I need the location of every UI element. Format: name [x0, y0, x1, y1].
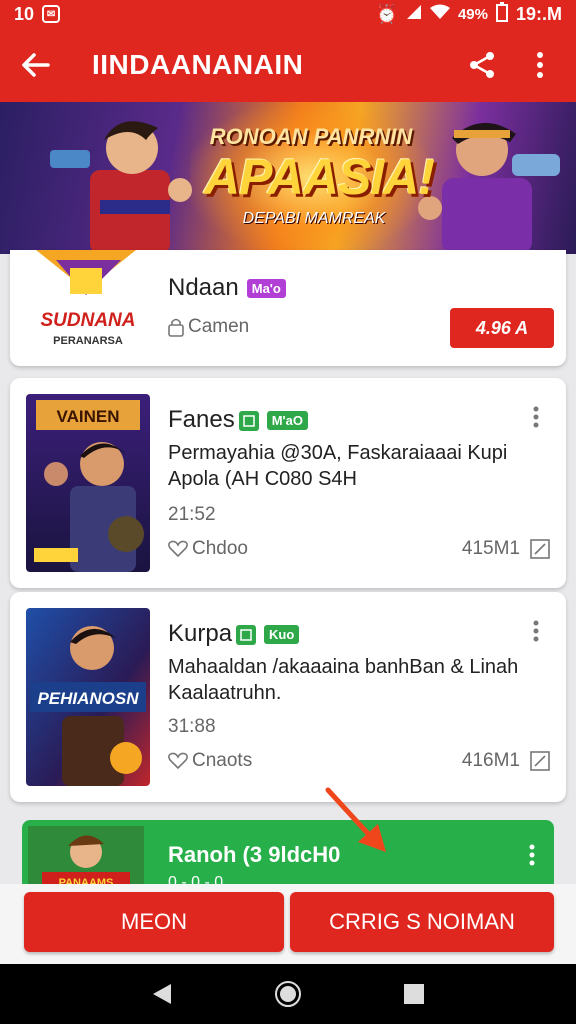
battery-icon — [495, 1, 508, 27]
thumbnail-image: PEHIANOSN — [26, 608, 150, 786]
item-title-row: Kurpa Kuo — [168, 620, 300, 648]
item-badge: Kuo — [264, 625, 300, 645]
item-badge: M'aO — [266, 411, 308, 431]
promo-title: Ranoh (3 9ldcH0 — [168, 842, 341, 867]
banner-hero-left-image — [50, 121, 192, 254]
heart-icon — [168, 540, 188, 558]
item-badge: Ma'o — [246, 279, 286, 299]
item-title-row: Fanes M'aO — [168, 406, 308, 434]
wifi-icon — [429, 4, 450, 25]
thumb-text-main: PEHIANOSN — [37, 689, 139, 708]
item-description: Mahaaldan /akaaaina banhBan & Linah Kaal… — [168, 656, 519, 704]
banner-subtitle: RONOAN PANRNIN — [209, 124, 413, 149]
notification-icon: ✉ — [42, 5, 61, 23]
item-author: Camen — [188, 316, 250, 337]
item-count-row: 416M1 — [462, 750, 550, 772]
share-icon — [470, 52, 494, 78]
status-bar: 10 ✉ ⏰ 49% 19:.M — [0, 0, 576, 28]
item-thumbnail: SUDNANA PERANARSA — [26, 250, 150, 350]
thumbnail-image: SUDNANA PERANARSA — [26, 250, 150, 350]
item-author-row: Chdoo — [168, 538, 248, 560]
promo-more-button[interactable] — [522, 840, 542, 870]
system-nav-bar — [0, 964, 576, 1024]
list-item[interactable]: PEHIANOSN Kurpa Kuo Mahaaldan /akaaaina b… — [10, 592, 566, 802]
image-icon — [236, 624, 257, 645]
pointer-arrow-icon — [325, 787, 386, 852]
lock-icon — [168, 318, 184, 337]
item-author: Chdoo — [192, 538, 248, 559]
item-title: Ndaan — [168, 274, 239, 301]
item-more-button[interactable] — [524, 402, 548, 432]
thumb-text-main: SUDNANA — [41, 310, 136, 331]
item-title: Fanes — [168, 406, 235, 433]
list-item[interactable]: SUDNANA PERANARSA Ndaan Ma'o Camen 4.96 A — [10, 250, 566, 366]
thumbnail-image: VAINEN — [26, 394, 150, 572]
bottom-action-bar: MEON CRRIG S NOIMAN — [0, 884, 576, 964]
more-vert-icon — [533, 620, 539, 642]
nav-recents-icon[interactable] — [403, 983, 425, 1005]
item-thumbnail: VAINEN — [26, 394, 150, 572]
share-button[interactable] — [460, 43, 504, 87]
price-button[interactable]: 4.96 A — [450, 308, 554, 348]
more-options-button[interactable] — [518, 43, 562, 87]
list-item[interactable]: VAINEN Fanes M'aO Permayahia @30A, Faskar… — [10, 378, 566, 588]
item-title: Kurpa — [168, 620, 233, 647]
status-time-left: 10 — [14, 3, 35, 24]
nav-back-icon[interactable] — [151, 982, 173, 1006]
status-left: 10 ✉ — [14, 3, 61, 25]
edit-icon[interactable] — [530, 539, 550, 559]
item-author-row: Cnaots — [168, 750, 252, 772]
banner-tagline: DEPABI MAMREAK — [242, 210, 386, 227]
item-count-row: 415M1 — [462, 538, 550, 560]
alarm-icon: ⏰ — [375, 3, 398, 24]
nav-home-icon[interactable] — [274, 980, 302, 1008]
item-thumbnail: PEHIANOSN — [26, 608, 150, 786]
promo-banner[interactable]: RONOAN PANRNIN APAASIA! DEPABI MAMREAK — [0, 102, 576, 254]
edit-icon[interactable] — [530, 751, 550, 771]
banner-hero-right-image — [418, 122, 560, 254]
promo-thumbnail: PANAAMS — [28, 826, 144, 890]
item-count: 415M1 — [461, 538, 520, 559]
item-time: 31:88 — [168, 716, 216, 737]
item-author-row: Camen — [168, 316, 249, 338]
thumb-text-main: VAINEN — [57, 407, 120, 426]
item-description: Permayahia @30A, Faskaraiaaai Kupi Apola… — [168, 442, 508, 490]
battery-percent: 49% — [457, 5, 488, 23]
back-button[interactable] — [14, 43, 58, 87]
item-time: 21:52 — [168, 504, 216, 525]
page-title: IINDAANANAIN — [92, 49, 304, 80]
primary-right-button[interactable]: CRRIG S NOIMAN — [290, 892, 554, 952]
banner-headline: APAASIA! — [204, 149, 435, 205]
item-title-row: Ndaan Ma'o — [168, 274, 286, 302]
item-more-button[interactable] — [524, 616, 548, 646]
item-count: 416M1 — [461, 750, 520, 771]
app-bar: IINDAANANAIN — [0, 28, 576, 102]
thumb-text-sub: PERANARSA — [53, 335, 123, 347]
status-right: ⏰ 49% 19:.M — [375, 1, 562, 27]
signal-icon — [406, 4, 422, 25]
more-vert-icon — [537, 52, 543, 78]
promo-card[interactable]: PANAAMS Ranoh (3 9ldcH0 0 - 0 - 0 — [22, 820, 554, 890]
status-clock: 19:.M — [515, 3, 562, 24]
heart-icon — [168, 752, 188, 770]
arrow-left-icon — [22, 53, 50, 77]
image-icon — [238, 410, 259, 431]
more-vert-icon — [529, 844, 535, 866]
primary-left-button[interactable]: MEON — [24, 892, 284, 952]
more-vert-icon — [533, 406, 539, 428]
item-author: Cnaots — [192, 750, 253, 771]
